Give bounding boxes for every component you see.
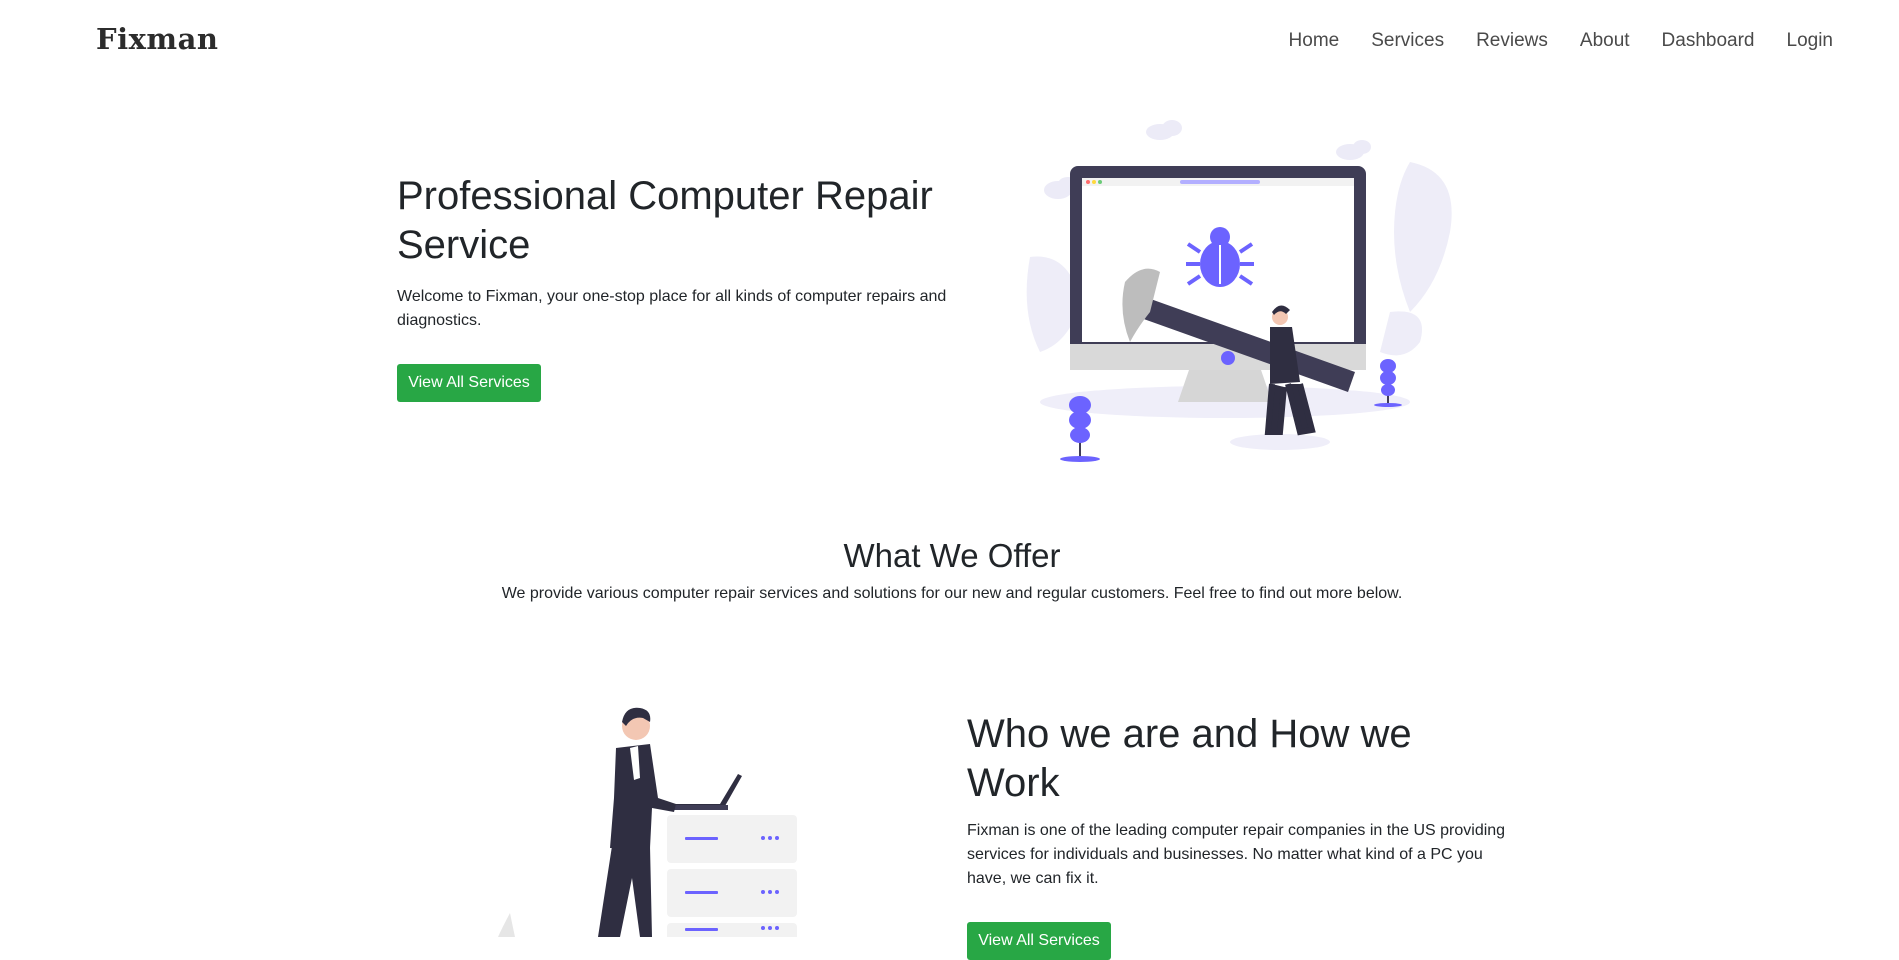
offer-section-title: What We Offer — [843, 537, 1061, 574]
nav-link-about[interactable]: About — [1580, 30, 1630, 52]
server-technician-illustration — [498, 707, 797, 937]
nav-links: Home Services Reviews About Dashboard Lo… — [1289, 30, 1833, 52]
about-section-description: Fixman is one of the leading computer re… — [967, 822, 1506, 887]
nav-link-dashboard[interactable]: Dashboard — [1662, 30, 1755, 52]
navbar: Fixman Home Services Reviews About Dashb… — [0, 0, 1899, 84]
hero-description: Welcome to Fixman, your one-stop place f… — [397, 288, 947, 329]
view-all-services-button[interactable]: View All Services — [397, 364, 541, 402]
computer-repair-illustration — [1026, 120, 1452, 462]
nav-link-login[interactable]: Login — [1787, 30, 1834, 52]
nav-link-services[interactable]: Services — [1371, 30, 1444, 52]
hero-title: Professional Computer Repair Service — [397, 174, 933, 267]
about-view-all-services-button[interactable]: View All Services — [967, 922, 1111, 960]
about-section-title: Who we are and How we Work — [967, 712, 1412, 805]
nav-link-home[interactable]: Home — [1289, 30, 1340, 52]
offer-section-description: We provide various computer repair servi… — [501, 585, 1403, 602]
nav-link-reviews[interactable]: Reviews — [1476, 30, 1548, 52]
brand-logo[interactable]: Fixman — [96, 22, 218, 56]
